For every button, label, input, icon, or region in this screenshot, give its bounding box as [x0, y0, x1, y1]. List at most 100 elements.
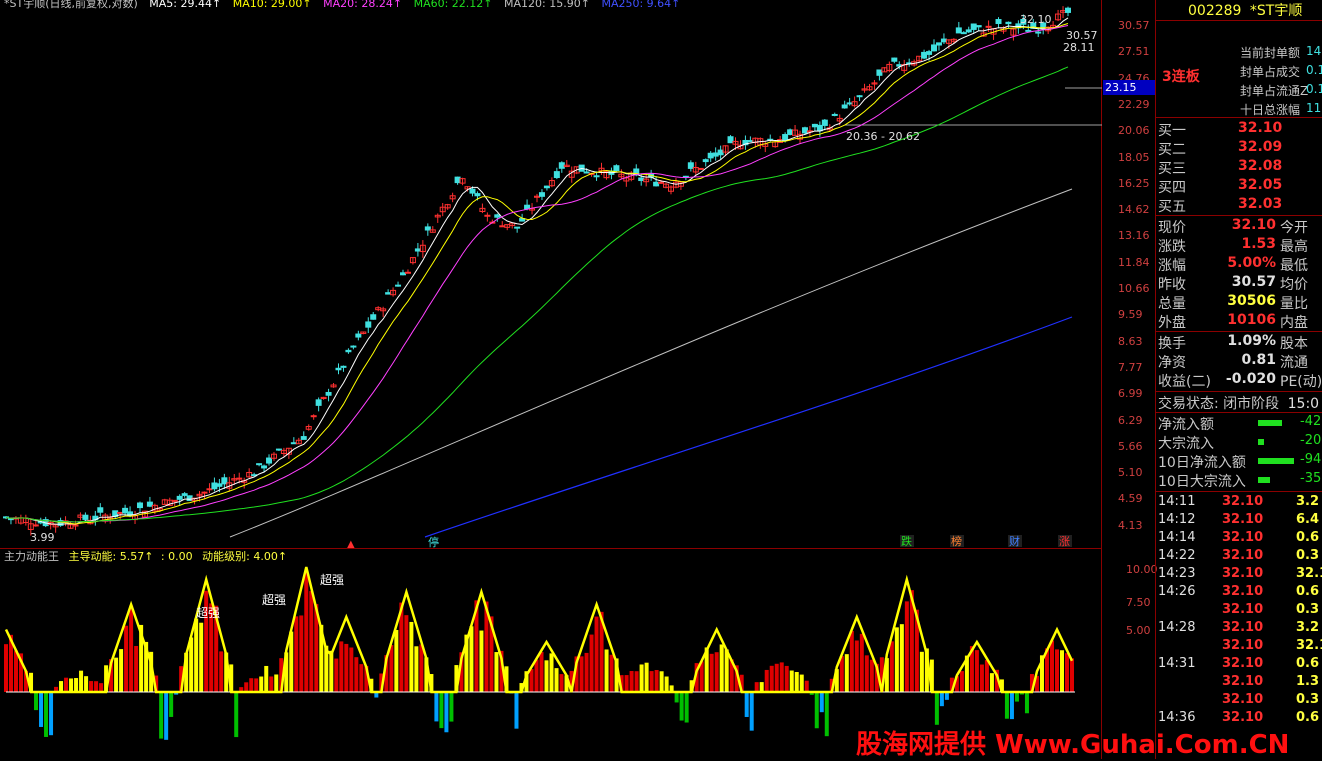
kline-chart[interactable]: 32.10 30.57 28.11 20.36 - 20.62 3.99 跌榜财涨 ▲ 停 *… [0, 0, 1102, 548]
candle-body [236, 477, 243, 480]
tick-price: 32.10 [1222, 512, 1264, 527]
indicator-bar [769, 665, 774, 692]
kline-canvas[interactable]: 32.1030.5728.1120.36 - 20.623.99 跌榜财涨▲ 停 [0, 0, 1102, 548]
indicator-bar [889, 641, 894, 692]
candle-body [221, 477, 228, 485]
tick-price: 32.10 [1222, 494, 1264, 509]
indicator-bar [989, 673, 994, 692]
candle-body [474, 193, 481, 197]
indicator-bar [709, 653, 714, 692]
candle-body [400, 272, 407, 276]
candle-body [122, 507, 129, 514]
indicator-bar [4, 644, 8, 692]
indicator-bar [74, 678, 79, 692]
tick-time: 14:14 [1158, 530, 1196, 545]
indicator-bar [584, 652, 589, 692]
candle-body [821, 119, 828, 126]
price-axis-label: 5.10 [1118, 466, 1143, 480]
ma20-label: MA20: 28.24↑ [323, 0, 403, 10]
indicator-bar [39, 692, 44, 727]
flow-bar [1258, 458, 1294, 464]
indicator-bar [824, 692, 829, 737]
indicator-bar [759, 682, 764, 692]
candle-body [370, 314, 377, 320]
indicator-bar [134, 645, 139, 692]
indicator-bar [124, 625, 129, 692]
tick-volume: 0.6 [1296, 530, 1320, 545]
ma5-label: MA5: 29.44↑ [149, 0, 222, 10]
indicator-bar [304, 570, 309, 692]
indicator-bar [79, 670, 84, 692]
quote-value: 30.57 [1231, 274, 1276, 290]
candle-body [553, 171, 560, 179]
quote-panel: 002289 *ST宇顺 3连板 当前封单额 14 封单占成交 0.1 封单占流通Z 0.… [1155, 0, 1322, 759]
candle-body [266, 457, 273, 464]
price-axis-label: 16.25 [1118, 176, 1150, 190]
candle-body [558, 162, 565, 169]
indicator-bar [84, 676, 89, 692]
fund-value: 1.09% [1227, 333, 1276, 349]
price-axis-label: 10.66 [1118, 282, 1150, 295]
indicator-bar [494, 652, 499, 692]
indicator-bar [754, 682, 759, 692]
ma10-line [5, 23, 1069, 525]
indicator-bar [1009, 692, 1014, 720]
price-axis-label: 27.51 [1118, 45, 1150, 59]
price-axis-label: 6.99 [1118, 387, 1143, 401]
candle-body [935, 42, 942, 46]
tick-price: 32.10 [1222, 674, 1264, 689]
candle-body [32, 524, 39, 527]
strength-tag: 超强 [262, 592, 286, 607]
price-axis-label: 9.59 [1118, 308, 1143, 322]
quote-value: 1.53 [1241, 236, 1276, 252]
indicator-bar [404, 615, 409, 692]
seal-value: 0.1 [1306, 82, 1322, 96]
candles [3, 6, 1071, 536]
indicator-bar [194, 618, 199, 692]
candle-body [787, 129, 794, 135]
tick-price: 32.10 [1222, 620, 1264, 635]
candle-body [960, 32, 967, 35]
indicator-bar [804, 680, 809, 692]
candle-body [325, 391, 332, 396]
candle-body [211, 482, 218, 490]
candle-body [926, 51, 933, 55]
price-axis-label: 6.29 [1118, 413, 1143, 427]
indicator-bar [554, 668, 559, 692]
price-axis-label: 14.62 [1118, 203, 1150, 217]
indicator-bar [339, 641, 344, 692]
quote-label-right: 均价 [1280, 277, 1308, 293]
candle-body [538, 192, 545, 197]
candle-body [82, 514, 89, 520]
event-marker[interactable]: 涨 [1059, 535, 1070, 548]
ma250-line [424, 316, 1073, 538]
indicator-bar [359, 664, 364, 692]
indicator-bar [164, 692, 169, 740]
fund-label-right: PE(动) [1280, 374, 1322, 390]
indicator-bar [939, 692, 944, 707]
indicator-bar [864, 655, 869, 692]
event-marker[interactable]: 财 [1009, 534, 1020, 548]
candle-body [712, 152, 719, 157]
flow-label: 10日净流入额 [1158, 455, 1246, 471]
price-axis-label: 7.77 [1118, 360, 1143, 374]
ma-annotation-b: 28.11 [1063, 41, 1095, 54]
candle-body [975, 25, 982, 28]
bid-price: 32.10 [1238, 120, 1283, 136]
tick-volume: 1.3 [1296, 674, 1320, 689]
price-tag: 23.15 [1103, 80, 1155, 95]
trade-status-time: 15:0 [1287, 396, 1320, 412]
event-marker[interactable]: 榜 [951, 534, 962, 548]
fund-value: -0.020 [1225, 371, 1276, 387]
event-marker[interactable]: 跌 [901, 534, 912, 548]
candle-body [499, 225, 506, 228]
tick-volume: 32.1 [1296, 638, 1322, 653]
fund-label: 换手 [1158, 336, 1186, 352]
candle-body [955, 27, 962, 34]
ma120-label: MA120: 15.90↑ [504, 0, 590, 10]
tick-time: 14:12 [1158, 512, 1196, 527]
indicator-bar [719, 644, 724, 692]
indicator-bar [624, 675, 629, 692]
candle-body [290, 442, 297, 445]
candle-body [697, 167, 704, 170]
